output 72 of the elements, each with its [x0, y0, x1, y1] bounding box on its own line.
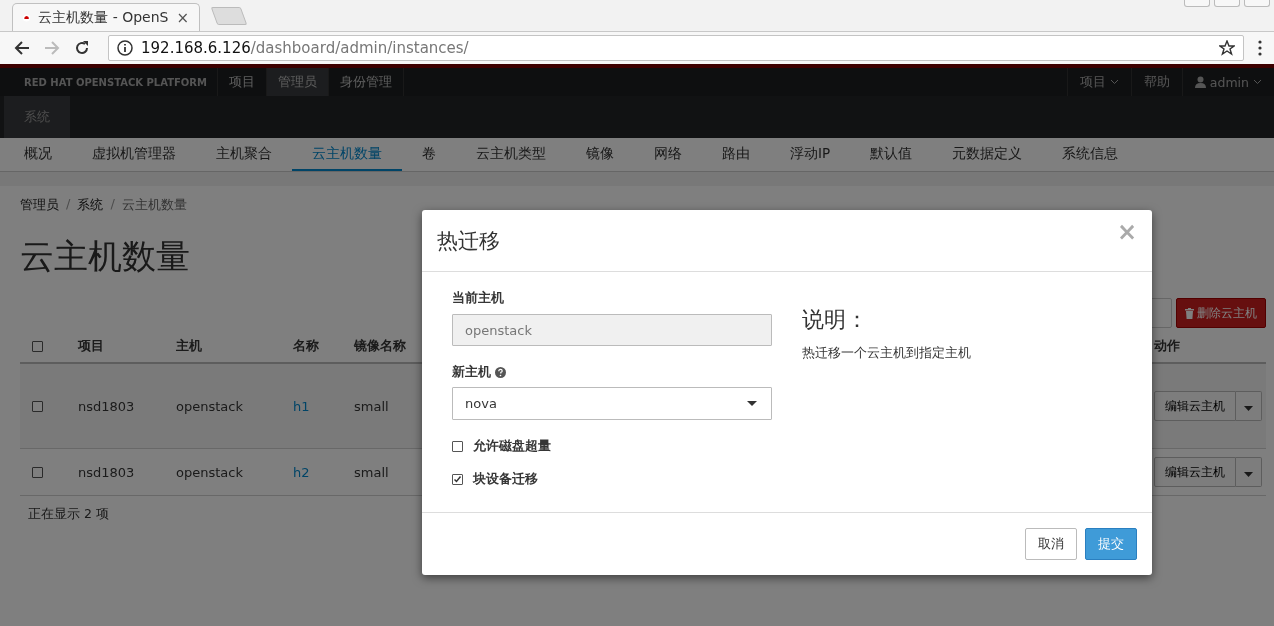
column-header[interactable]: 名称 [293, 337, 354, 355]
edit-button[interactable]: 编辑云主机 [1154, 391, 1236, 421]
checkbox[interactable] [452, 441, 463, 452]
caret-icon [1244, 471, 1253, 477]
close-icon[interactable]: × [176, 8, 189, 27]
column-header[interactable]: 项目 [78, 337, 176, 355]
checkbox-label: 块设备迁移 [473, 471, 538, 488]
subnav-tab[interactable]: 系统信息 [1042, 138, 1139, 171]
field-label: 当前主机 [452, 290, 505, 307]
caret-icon [1109, 79, 1119, 85]
subnav-tab[interactable]: 镜像 [566, 138, 634, 171]
subnav-tab[interactable]: 默认值 [850, 138, 933, 171]
dialog-title: 热迁移 [437, 227, 500, 255]
submit-button[interactable]: 提交 [1085, 528, 1137, 560]
caret-icon [1244, 405, 1253, 411]
star-icon[interactable] [1219, 40, 1235, 56]
browser-tab[interactable]: 云主机数量 - OpenS × [12, 3, 200, 31]
menu-icon[interactable] [1258, 40, 1262, 56]
subnav-tab[interactable]: 卷 [402, 138, 456, 171]
url-host: 192.168.6.126 [141, 39, 251, 57]
dropdown-button[interactable] [1236, 391, 1262, 421]
instance-link[interactable]: h2 [293, 464, 354, 480]
new-host-select[interactable]: nova [452, 387, 772, 420]
dropdown-button[interactable] [1236, 457, 1262, 487]
checkbox[interactable] [32, 400, 43, 412]
subnav-tab[interactable]: 浮动IP [770, 138, 851, 171]
checkbox[interactable] [452, 474, 463, 485]
nav-item[interactable]: 管理员 [267, 68, 329, 96]
caret-icon [747, 401, 757, 406]
breadcrumb-separator: / [66, 196, 71, 213]
edit-button[interactable]: 编辑云主机 [1154, 457, 1236, 487]
checkbox[interactable] [32, 466, 43, 478]
close-icon[interactable]: × [1116, 218, 1137, 246]
back-icon[interactable] [14, 40, 30, 56]
instance-link[interactable]: h1 [293, 398, 354, 414]
caret-icon [1253, 79, 1262, 85]
table-cell-text: small [354, 398, 390, 414]
table-cell-text: openstack [176, 464, 244, 480]
help-title: 说明： [802, 306, 869, 334]
subnav-tab[interactable]: 云主机类型 [456, 138, 566, 171]
address-bar[interactable]: 192.168.6.126/dashboard/admin/instances/ [108, 35, 1244, 61]
field-label: 新主机 [452, 364, 491, 381]
table-cell-text: small [354, 464, 390, 480]
checkbox[interactable] [32, 340, 43, 352]
reload-icon[interactable] [74, 40, 90, 56]
table-cell-text: openstack [176, 398, 244, 414]
column-header[interactable]: 主机 [176, 337, 293, 355]
page-title: 云主机数量 [20, 235, 190, 278]
url-path: /dashboard/admin/instances/ [250, 39, 469, 57]
table-cell-text: nsd1803 [78, 464, 136, 480]
breadcrumb-separator: / [110, 196, 115, 213]
subnav-tab[interactable]: 概况 [24, 138, 72, 171]
subnav-tab[interactable]: 虚拟机管理器 [72, 138, 196, 171]
checkbox-label: 允许磁盘超量 [473, 438, 551, 455]
user-icon [1194, 76, 1206, 88]
breadcrumb-item[interactable]: 系统 [77, 196, 104, 214]
subnav-tab[interactable]: 主机聚合 [196, 138, 292, 171]
subnav-tab[interactable]: 路由 [702, 138, 770, 171]
column-header[interactable]: 动作 [1154, 337, 1266, 355]
cancel-button[interactable]: 取消 [1025, 528, 1077, 560]
item-count: 正在显示 2 项 [27, 505, 110, 523]
help-icon[interactable] [495, 367, 506, 378]
tab-title: 云主机数量 - OpenS [38, 8, 169, 27]
subnav-tab[interactable]: 网络 [634, 138, 702, 171]
trash-icon [1185, 307, 1194, 319]
subnav-tab[interactable]: 元数据定义 [932, 138, 1043, 171]
help-text: 热迁移一个云主机到指定主机 [802, 345, 971, 362]
info-icon [117, 40, 133, 56]
breadcrumb-item[interactable]: 管理员 [20, 196, 59, 214]
table-cell-text: nsd1803 [78, 398, 136, 414]
breadcrumb-item: 云主机数量 [121, 196, 187, 214]
delete-button[interactable]: 删除云主机 [1176, 298, 1266, 328]
